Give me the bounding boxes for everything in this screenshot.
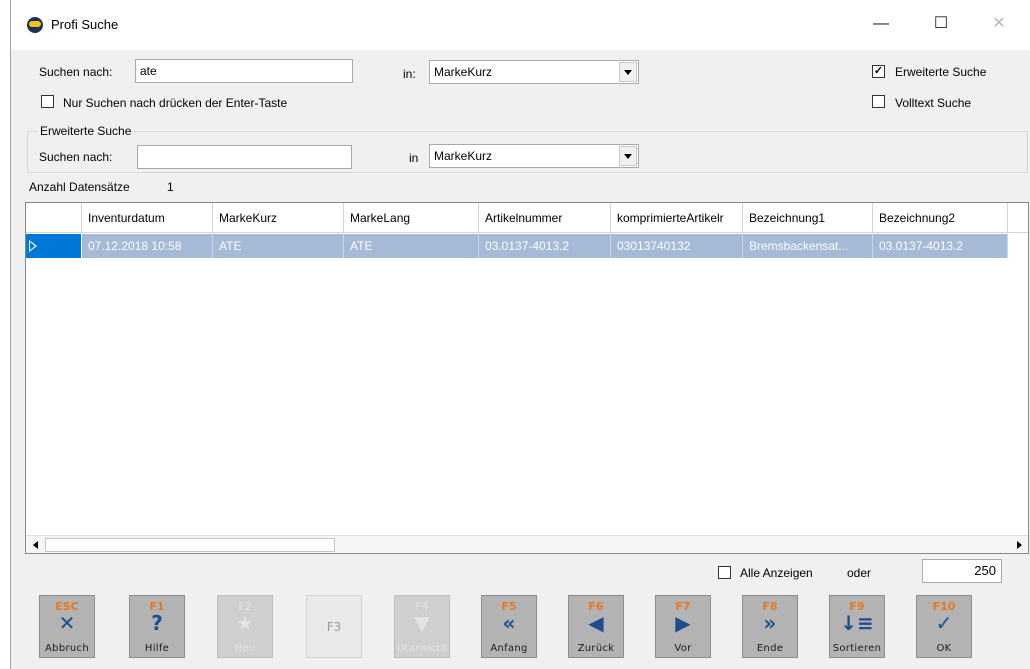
search-field-select[interactable]: MarkeKurz	[429, 60, 639, 84]
button-label: Vor	[674, 643, 692, 654]
row-header-corner	[26, 203, 82, 233]
next-icon: ▶	[675, 611, 691, 635]
button-label: Sortieren	[832, 643, 882, 654]
current-row-indicator-icon	[26, 234, 81, 258]
search-field-value: MarkeKurz	[434, 65, 493, 79]
button-label: Zurück	[577, 643, 615, 654]
table-cell[interactable]: ATE	[344, 234, 479, 258]
record-count-value: 1	[167, 180, 174, 194]
column-header[interactable]: MarkeLang	[344, 203, 479, 233]
scrollbar-thumb[interactable]	[45, 538, 335, 552]
button-label: Ende	[756, 643, 784, 654]
hilfe-button[interactable]: F1 ? Hilfe	[129, 595, 185, 658]
grid-header: Inventurdatum MarkeKurz MarkeLang Artike…	[26, 203, 1028, 233]
search-input[interactable]: ate	[135, 59, 353, 83]
last-icon: »	[763, 611, 777, 635]
button-label: Abbruch	[45, 643, 89, 654]
table-cell[interactable]: ATE	[213, 234, 344, 258]
button-label: Anfang	[490, 643, 528, 654]
double-chevron-down-icon: ▼	[414, 611, 430, 635]
window-title: Profi Suche	[51, 17, 119, 32]
column-header[interactable]: komprimierteArtikelr	[611, 203, 743, 233]
close-button[interactable]: ✕	[981, 12, 1017, 36]
fulltext-search-label: Volltext Suche	[895, 96, 972, 110]
extended-search-label: Erweiterte Suche	[895, 65, 987, 79]
scroll-left-icon[interactable]	[26, 536, 44, 554]
table-row[interactable]: 07.12.2018 10:58 ATE ATE 03.0137-4013.2 …	[26, 234, 1028, 258]
dropdown-arrow-icon[interactable]	[619, 62, 637, 82]
button-label: F3	[326, 620, 342, 634]
ende-button[interactable]: F8 » Ende	[742, 595, 798, 658]
fulltext-search-checkbox[interactable]	[872, 95, 885, 108]
enter-only-label: Nur Suchen nach drücken der Enter-Taste	[63, 96, 288, 110]
column-header[interactable]: MarkeKurz	[213, 203, 344, 233]
question-icon: ?	[151, 611, 163, 635]
extended-field-select[interactable]: MarkeKurz	[429, 144, 639, 168]
sortieren-button[interactable]: F9 ↓≡ Sortieren	[829, 595, 885, 658]
title-bar: Profi Suche — ☐ ✕	[11, 0, 1030, 50]
enter-only-checkbox[interactable]	[41, 95, 54, 108]
zurueck-button[interactable]: F6 ◀ Zurück	[568, 595, 624, 658]
minimize-button[interactable]: —	[863, 12, 899, 36]
abbruch-button[interactable]: ESC ✕ Abbruch	[39, 595, 95, 658]
results-grid[interactable]: Inventurdatum MarkeKurz MarkeLang Artike…	[25, 202, 1029, 554]
button-label: Neu	[234, 643, 256, 654]
column-header[interactable]: Bezeichnung2	[873, 203, 1008, 233]
record-count-label: Anzahl Datensätze	[29, 180, 130, 194]
uransicht-button[interactable]: F4 ▼ Uransicht	[394, 595, 450, 658]
search-in-label: in:	[403, 67, 416, 81]
column-header[interactable]: Bezeichnung1	[743, 203, 873, 233]
or-label: oder	[847, 566, 872, 580]
ok-button[interactable]: F10 ✓ OK	[916, 595, 972, 658]
show-all-checkbox[interactable]	[718, 566, 731, 579]
column-header[interactable]: Artikelnummer	[479, 203, 611, 233]
previous-icon: ◀	[588, 611, 604, 635]
scroll-right-icon[interactable]	[1010, 536, 1028, 554]
neu-button[interactable]: F2 ★ Neu	[217, 595, 273, 658]
extended-search-group-title: Erweiterte Suche	[37, 124, 135, 138]
extended-search-input[interactable]	[137, 145, 352, 169]
maximize-button[interactable]: ☐	[923, 12, 959, 36]
button-label: Uransicht	[396, 643, 448, 654]
checkmark-icon: ✓	[935, 611, 953, 635]
first-icon: «	[502, 611, 516, 635]
button-label: Hilfe	[144, 643, 170, 654]
extended-field-value: MarkeKurz	[434, 149, 493, 163]
dropdown-arrow-icon[interactable]	[619, 146, 637, 166]
table-cell[interactable]: 03.0137-4013.2	[479, 234, 611, 258]
button-label: OK	[936, 643, 952, 654]
show-all-label: Alle Anzeigen	[740, 566, 813, 580]
anfang-button[interactable]: F5 « Anfang	[481, 595, 537, 658]
profi-suche-window: Profi Suche — ☐ ✕ Suchen nach: ate in: M…	[10, 0, 1030, 669]
app-logo-icon	[27, 17, 43, 33]
table-cell[interactable]: 03.0137-4013.2	[873, 234, 1008, 258]
table-cell[interactable]: Bremsbackensat...	[743, 234, 873, 258]
extended-search-label-field: Suchen nach:	[39, 150, 113, 164]
x-icon: ✕	[58, 611, 76, 635]
new-record-icon: ★	[236, 611, 254, 635]
f3-button[interactable]: F3	[306, 595, 362, 658]
record-limit-input[interactable]: 250	[922, 559, 1002, 583]
table-cell[interactable]: 03013740132	[611, 234, 743, 258]
column-header[interactable]: Inventurdatum	[82, 203, 213, 233]
extended-in-label: in	[409, 151, 419, 165]
vor-button[interactable]: F7 ▶ Vor	[655, 595, 711, 658]
extended-search-checkbox[interactable]: ✓	[872, 65, 885, 78]
sort-icon: ↓≡	[840, 611, 874, 635]
horizontal-scrollbar[interactable]	[26, 535, 1028, 553]
search-label: Suchen nach:	[39, 65, 113, 79]
table-cell[interactable]: 07.12.2018 10:58	[82, 234, 213, 258]
